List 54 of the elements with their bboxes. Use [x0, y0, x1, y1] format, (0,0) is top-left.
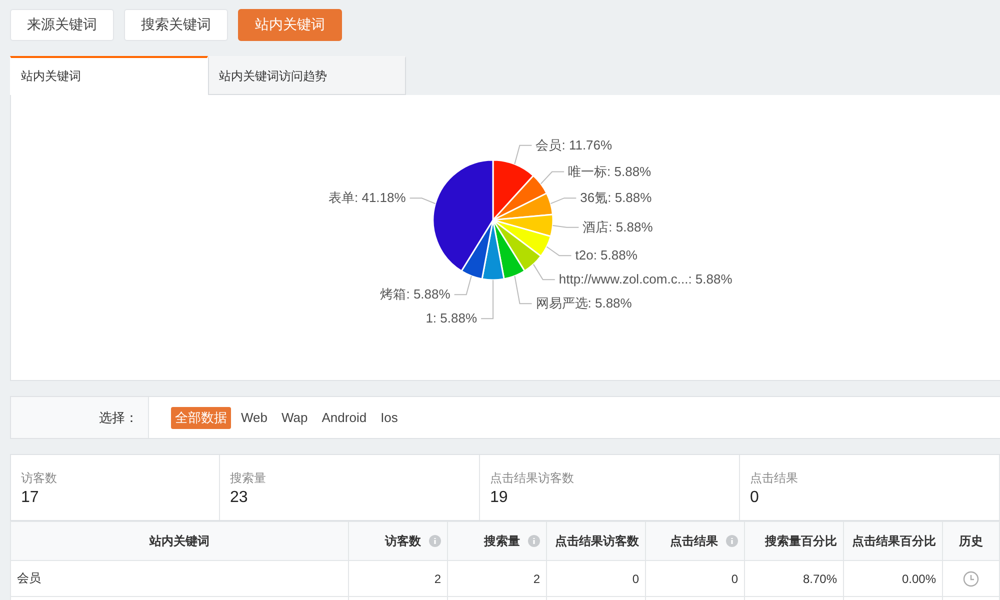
info-icon[interactable] [528, 535, 540, 547]
column-header: 站内关键词 [150, 532, 210, 550]
leader-line [546, 246, 572, 256]
column-header: 点击结果访客数 [555, 532, 639, 550]
table-cell: 0 [646, 560, 744, 596]
column-header: 搜索量百分比 [765, 532, 837, 550]
leader-line [454, 275, 472, 296]
stat-value: 19 [490, 489, 509, 507]
leader-line [550, 198, 577, 204]
leader-line [480, 280, 494, 320]
slice-label: 唯一标: 5.88% [568, 164, 652, 179]
table-cell: 8.70% [744, 560, 844, 596]
filter-option[interactable]: Web [237, 408, 272, 427]
stat-value: 17 [21, 489, 40, 507]
slice-label: http://www.zol.com.c...: 5.88% [558, 272, 732, 287]
table-cell: 2 [448, 560, 546, 596]
filter-option[interactable]: Ios [376, 408, 402, 427]
leader-line [514, 144, 532, 165]
stat-label: 搜索量 [230, 470, 267, 487]
slice-label: 36氪: 5.88% [580, 190, 652, 206]
info-icon[interactable] [726, 535, 738, 547]
table-cell: 0 [546, 560, 646, 596]
stat-value: 23 [230, 489, 249, 507]
slice-label: t2o: 5.88% [575, 248, 638, 263]
stat-label: 点击结果 [750, 470, 799, 487]
tab[interactable]: 站内关键词 [10, 56, 208, 95]
table-cell: 2 [348, 560, 448, 596]
filter-option[interactable]: Wap [278, 408, 312, 427]
slice-label: 网易严选: 5.88% [536, 296, 632, 311]
clock-icon[interactable] [963, 570, 979, 586]
tab[interactable]: 站内关键词访问趋势 [208, 56, 406, 95]
report-button[interactable]: 来源关键词 [10, 9, 114, 41]
slice-label: 1: 5.88% [426, 310, 478, 326]
column-header: 点击结果百分比 [852, 532, 936, 550]
column-header: 点击结果 [670, 532, 718, 550]
slice-label: 会员: 11.76% [536, 137, 612, 152]
table-cell: 0.00% [844, 560, 942, 596]
filter-option[interactable]: Android [318, 408, 371, 427]
stat-label: 点击结果访客数 [490, 470, 575, 487]
leader-line [540, 171, 565, 184]
stat-label: 访客数 [21, 470, 58, 487]
column-header: 访客数 [385, 532, 421, 550]
slice-label: 表单: 41.18% [328, 190, 406, 206]
slice-label: 酒店: 5.88% [582, 219, 653, 234]
column-header: 搜索量 [484, 532, 520, 550]
column-header: 历史 [959, 532, 983, 550]
report-button[interactable]: 搜索关键词 [124, 9, 228, 41]
slice-label: 烤箱: 5.88% [380, 286, 450, 302]
table-cell: 会员 [10, 560, 348, 596]
info-icon[interactable] [429, 535, 441, 547]
filter-label: 选择： [99, 408, 138, 426]
leader-line [409, 198, 436, 204]
leader-line [552, 225, 580, 228]
stat-value: 0 [750, 489, 760, 507]
